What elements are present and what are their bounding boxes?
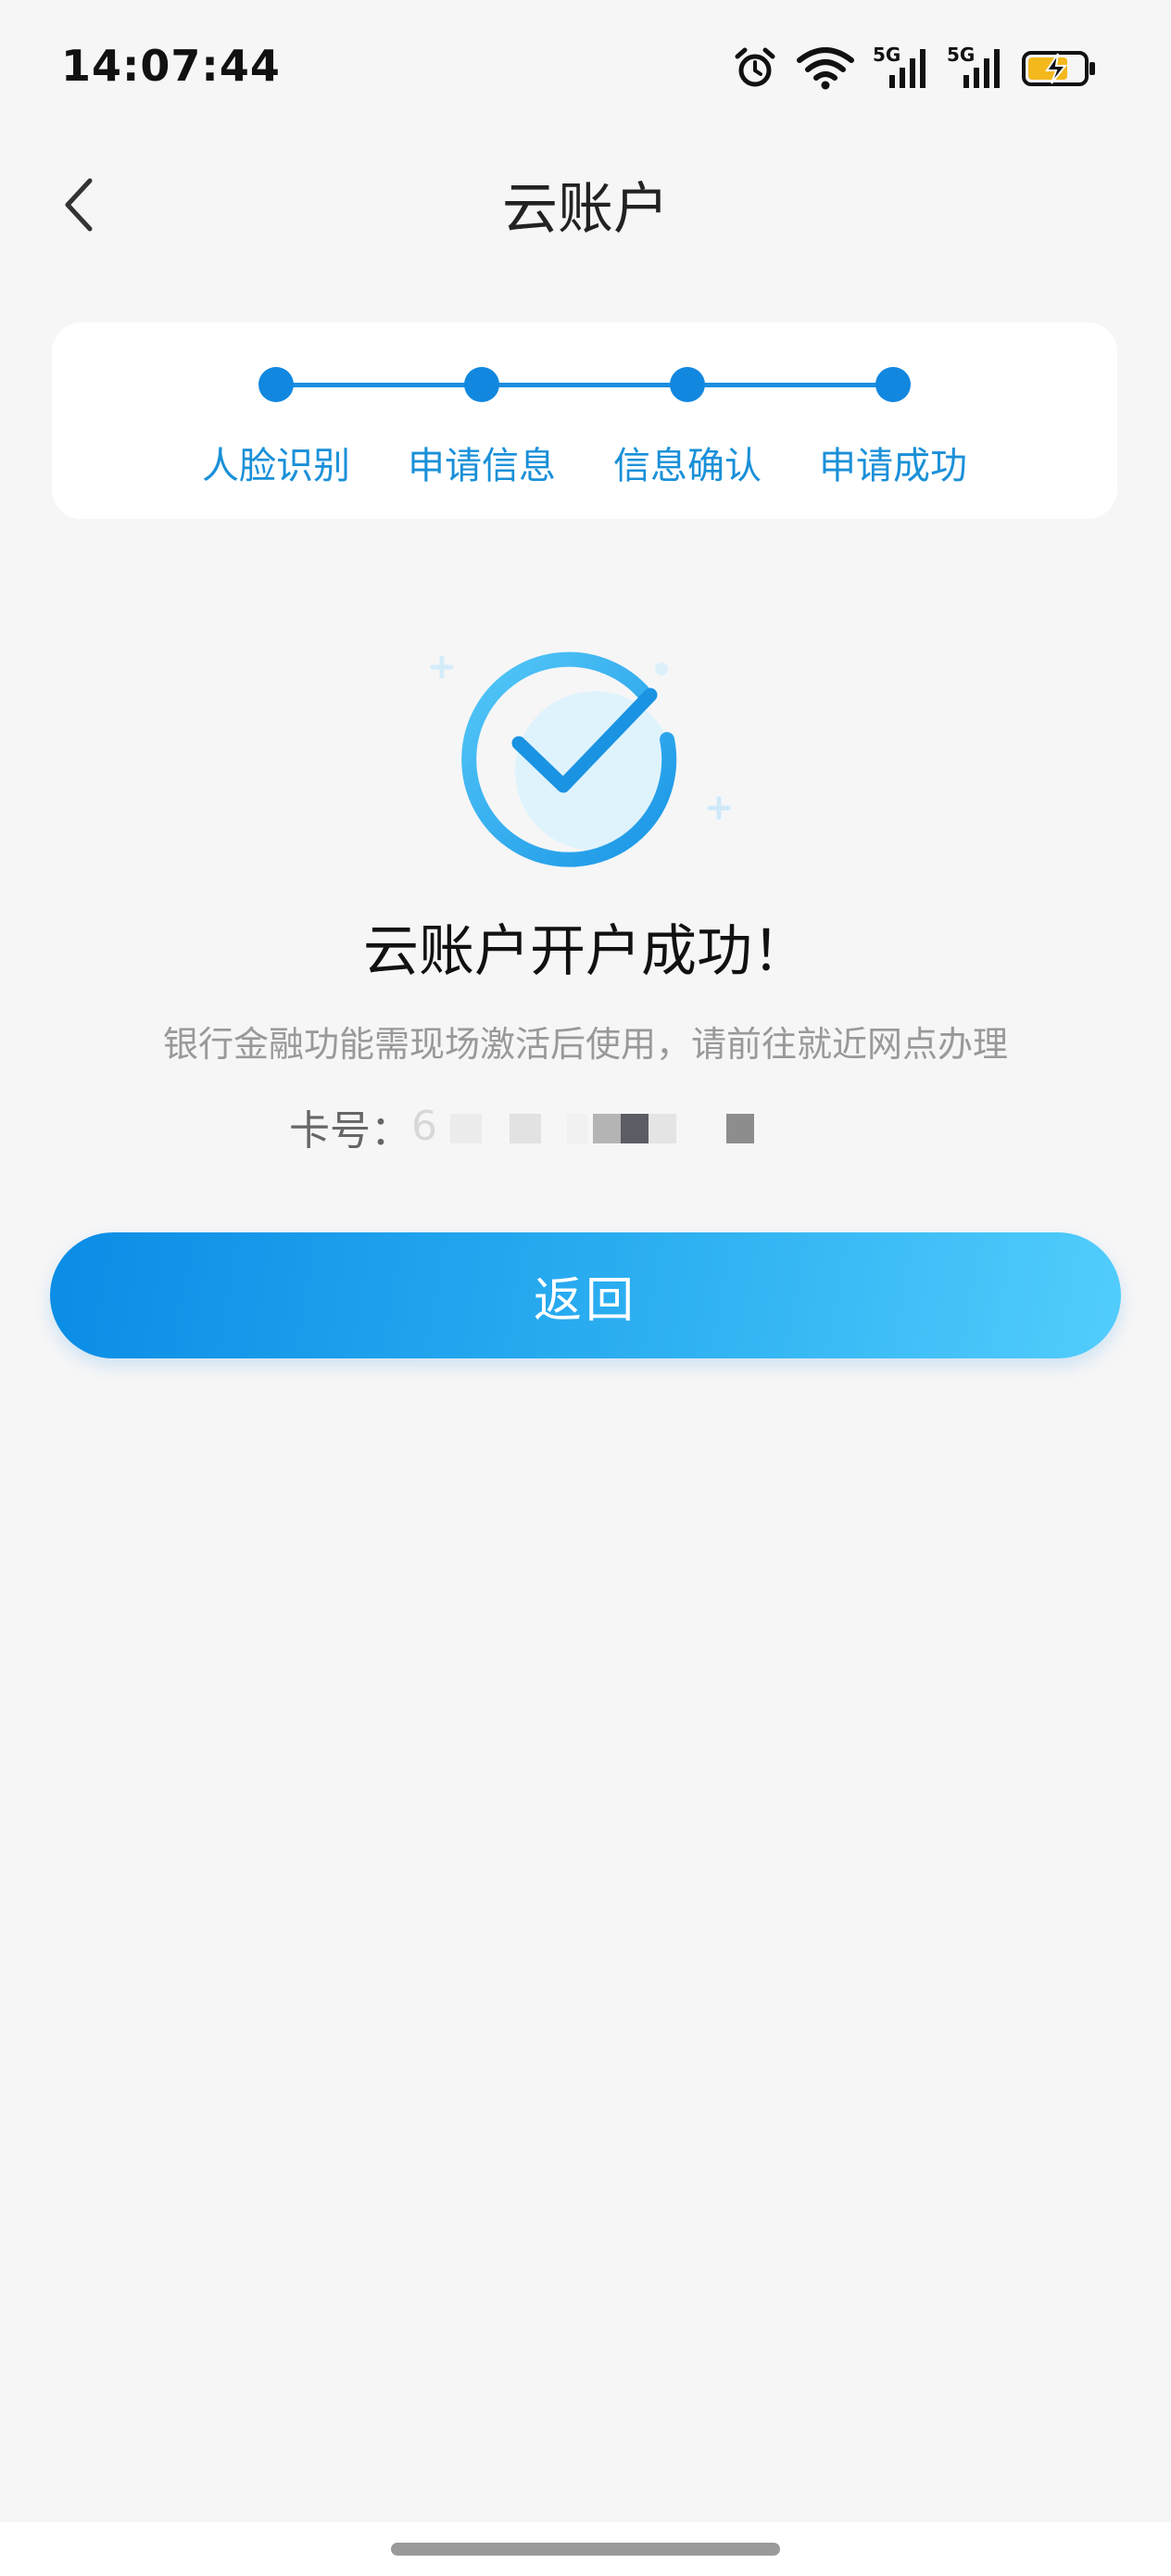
step-dot: [670, 367, 705, 402]
mosaic-block: [593, 1114, 621, 1143]
step-info-confirm: 信息确认: [576, 367, 799, 489]
step-face-recognition: 人脸识别: [165, 367, 387, 489]
card-number-label: 卡号：: [289, 1107, 411, 1155]
battery-charging-icon: [1021, 48, 1097, 89]
mosaic-block: [510, 1114, 541, 1143]
signal-5g-icon: 5G: [873, 44, 928, 92]
status-bar: 14:07:44 5G 5G: [0, 0, 1171, 139]
mosaic-block: [621, 1114, 648, 1143]
step-label: 申请成功: [819, 445, 967, 487]
step-application-info: 申请信息: [371, 367, 593, 489]
signal-5g-icon: 5G: [947, 44, 1002, 92]
alarm-icon: [732, 45, 778, 92]
chevron-left-icon: [65, 178, 93, 232]
step-dot: [258, 367, 294, 402]
success-check-icon: [426, 639, 741, 890]
mosaic-block: [567, 1114, 587, 1143]
step-label: 信息确认: [613, 445, 762, 487]
status-icons: 5G 5G: [732, 41, 1097, 96]
status-time: 14:07:44: [61, 41, 281, 91]
card-number-masked: 6: [411, 1101, 949, 1153]
wifi-icon: [797, 47, 854, 90]
home-indicator[interactable]: [391, 2543, 780, 2556]
step-application-success: 申请成功: [782, 367, 1004, 489]
mosaic-block: [450, 1114, 482, 1143]
progress-steps: 人脸识别 申请信息 信息确认 申请成功: [52, 322, 1117, 519]
success-title: 云账户开户成功！: [363, 919, 808, 984]
step-label: 申请信息: [408, 445, 556, 487]
step-dot: [464, 367, 499, 402]
mosaic-block: [726, 1114, 754, 1143]
activation-notice: 银行金融功能需现场激活后使用，请前往就近网点办理: [162, 1024, 1008, 1065]
card-number-first-digit: 6: [411, 1103, 437, 1150]
step-dot: [875, 367, 911, 402]
page-title: 云账户: [502, 177, 669, 242]
step-label: 人脸识别: [202, 445, 350, 487]
back-button[interactable]: [46, 172, 111, 237]
mosaic-block: [648, 1114, 676, 1143]
card-number-row: 卡号： 6: [289, 1101, 949, 1155]
return-button[interactable]: 返回: [50, 1232, 1121, 1358]
